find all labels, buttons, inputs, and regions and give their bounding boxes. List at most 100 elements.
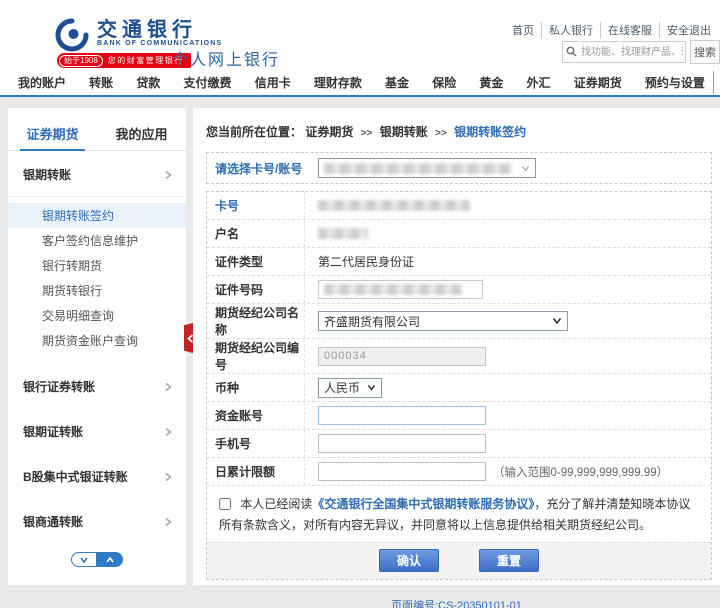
row-card-number: 卡号 (207, 192, 711, 219)
search-box (562, 41, 686, 63)
nav-securities-futures[interactable]: 证券期货 (572, 71, 624, 94)
top-links: 首页 私人银行 在线客服 安全退出 (505, 22, 718, 38)
id-type-value: 第二代居民身份证 (305, 248, 711, 275)
row-daily-limit: 日累计限额 （输入范围0-99,999,999,999.99） (207, 457, 711, 485)
sidebar-item-bshare-centralized-transfer[interactable]: B股集中式银证转账 (8, 453, 186, 498)
sidebar-item-bank-futures-securities-transfer[interactable]: 银期证转账 (8, 408, 186, 453)
id-number-field (318, 280, 483, 299)
nav-loans[interactable]: 贷款 (134, 71, 162, 94)
scroll-up-button[interactable] (97, 552, 123, 567)
tab-my-apps[interactable]: 我的应用 (97, 116, 186, 150)
id-type-label: 证件类型 (207, 248, 305, 275)
broker-name-label: 期货经纪公司名称 (207, 304, 305, 338)
link-private-banking[interactable]: 私人银行 (542, 22, 601, 38)
portal-title: 个人网上银行 (172, 46, 280, 70)
row-id-type: 证件类型 第二代居民身份证 (207, 247, 711, 275)
daily-limit-input[interactable] (318, 462, 486, 481)
chevron-down-icon (79, 556, 89, 564)
sidebar-item-futures-fund-account-query[interactable]: 期货资金账户查询 (8, 328, 186, 353)
sidebar-item-bank-futures-transfer[interactable]: 银期转账 (8, 151, 186, 196)
daily-limit-hint: （输入范围0-99,999,999,999.99） (493, 464, 668, 480)
tab-securities-futures[interactable]: 证券期货 (8, 116, 97, 150)
masked-card-select-value (324, 163, 512, 174)
dropdown-arrow-icon (552, 317, 562, 325)
chevron-right-icon (164, 472, 172, 482)
card-select-label: 请选择卡号/账号 (207, 160, 305, 177)
search-button[interactable]: 搜索 (690, 40, 720, 64)
nav-credit-card[interactable]: 信用卡 (253, 71, 293, 94)
agreement-link[interactable]: 《交通银行全国集中式银期转账服务协议》 (312, 497, 534, 511)
sidebar-item-bank-commerce-transfer[interactable]: 银商通转账 (8, 498, 186, 543)
fund-account-label: 资金账号 (207, 402, 305, 429)
breadcrumb-separator: >> (435, 128, 447, 139)
row-id-number: 证件号码 (207, 275, 711, 303)
currency-select[interactable]: 人民币 (318, 378, 382, 398)
badge-year: 始于1908 (59, 55, 103, 67)
fund-account-input[interactable] (318, 406, 486, 425)
mobile-input[interactable] (318, 434, 486, 453)
card-number-label: 卡号 (207, 192, 305, 219)
broker-name-value: 齐盛期货有限公司 (324, 313, 420, 330)
id-number-label: 证件号码 (207, 276, 305, 303)
sidebar-item-bank-to-futures[interactable]: 银行转期货 (8, 253, 186, 278)
sidebar-pager (71, 552, 123, 567)
sidebar-item-futures-to-bank[interactable]: 期货转银行 (8, 278, 186, 303)
chevron-right-icon (164, 517, 172, 527)
scroll-down-button[interactable] (71, 552, 97, 567)
main-nav: 我的账户 转账 贷款 支付缴费 信用卡 理财存款 基金 保险 黄金 外汇 证券期… (0, 70, 720, 95)
link-home[interactable]: 首页 (505, 22, 542, 38)
breadcrumb-prefix: 您当前所在位置： (206, 125, 302, 139)
nav-underline (0, 95, 720, 97)
mobile-label: 手机号 (207, 430, 305, 457)
sidebar-item-signing[interactable]: 银期转账签约 (8, 203, 186, 228)
nav-wealth-deposits[interactable]: 理财存款 (312, 71, 364, 94)
nav-my-accounts[interactable]: 我的账户 (16, 71, 68, 94)
breadcrumb-bank-futures-transfer[interactable]: 银期转账 (380, 125, 428, 139)
card-select-dropdown[interactable] (318, 158, 536, 178)
breadcrumb: 您当前所在位置： 证券期货 >> 银期转账 >> 银期转账签约 (193, 108, 720, 150)
breadcrumb-securities-futures[interactable]: 证券期货 (305, 125, 353, 139)
agreement-checkbox[interactable] (219, 498, 231, 510)
nav-gold[interactable]: 黄金 (477, 71, 505, 94)
sidebar-tabs: 证券期货 我的应用 (8, 116, 186, 151)
card-select-row: 请选择卡号/账号 (206, 152, 712, 184)
sidebar: 证券期货 我的应用 银期转账 银期转账签约 客户签约信息维护 银行转期货 期货转… (8, 108, 186, 585)
row-account-name: 户名 (207, 219, 711, 247)
row-fund-account: 资金账号 (207, 401, 711, 429)
page-number: 页面编号:CS-20350101-01 (193, 597, 720, 608)
breadcrumb-current-page: 银期转账签约 (454, 125, 526, 139)
nav-insurance[interactable]: 保险 (430, 71, 458, 94)
confirm-button[interactable]: 确认 (379, 549, 439, 572)
search-icon (566, 46, 577, 57)
sidebar-item-signing-info-maintain[interactable]: 客户签约信息维护 (8, 228, 186, 253)
chevron-right-icon (164, 170, 172, 180)
masked-account-name (318, 228, 368, 239)
brand-badge: 始于1908 您的财富管理银行 (57, 53, 191, 68)
search-input[interactable] (579, 42, 685, 62)
chevron-up-icon (105, 556, 115, 564)
nav-funds[interactable]: 基金 (383, 71, 411, 94)
row-mobile: 手机号 (207, 429, 711, 457)
nav-transfer[interactable]: 转账 (87, 71, 115, 94)
account-name-label: 户名 (207, 220, 305, 247)
link-online-service[interactable]: 在线客服 (601, 22, 660, 38)
nav-payments[interactable]: 支付缴费 (182, 71, 234, 94)
broker-name-select[interactable]: 齐盛期货有限公司 (318, 311, 568, 331)
agreement-row: 本人已经阅读《交通银行全国集中式银期转账服务协议》，充分了解并清楚知晓本协议所有… (207, 485, 711, 542)
link-logout[interactable]: 安全退出 (660, 22, 718, 38)
broker-number-label: 期货经纪公司编号 (207, 339, 305, 373)
currency-value: 人民币 (324, 379, 360, 396)
masked-card-number (318, 200, 470, 211)
sidebar-item-bank-securities-transfer[interactable]: 银行证券转账 (8, 363, 186, 408)
chevron-right-icon (164, 427, 172, 437)
agreement-text-prefix: 本人已经阅读 (240, 497, 312, 511)
reset-button[interactable]: 重置 (479, 549, 539, 572)
page: 交通银行 BANK OF COMMUNICATIONS 始于1908 您的财富管… (0, 0, 720, 608)
broker-number-field (318, 347, 486, 366)
nav-forex[interactable]: 外汇 (525, 71, 553, 94)
chevron-right-icon (164, 382, 172, 392)
nav-appointments-settings[interactable]: 预约与设置 (643, 71, 714, 94)
dropdown-arrow-icon (367, 384, 376, 391)
row-currency: 币种 人民币 (207, 373, 711, 401)
sidebar-item-transaction-detail-query[interactable]: 交易明细查询 (8, 303, 186, 328)
